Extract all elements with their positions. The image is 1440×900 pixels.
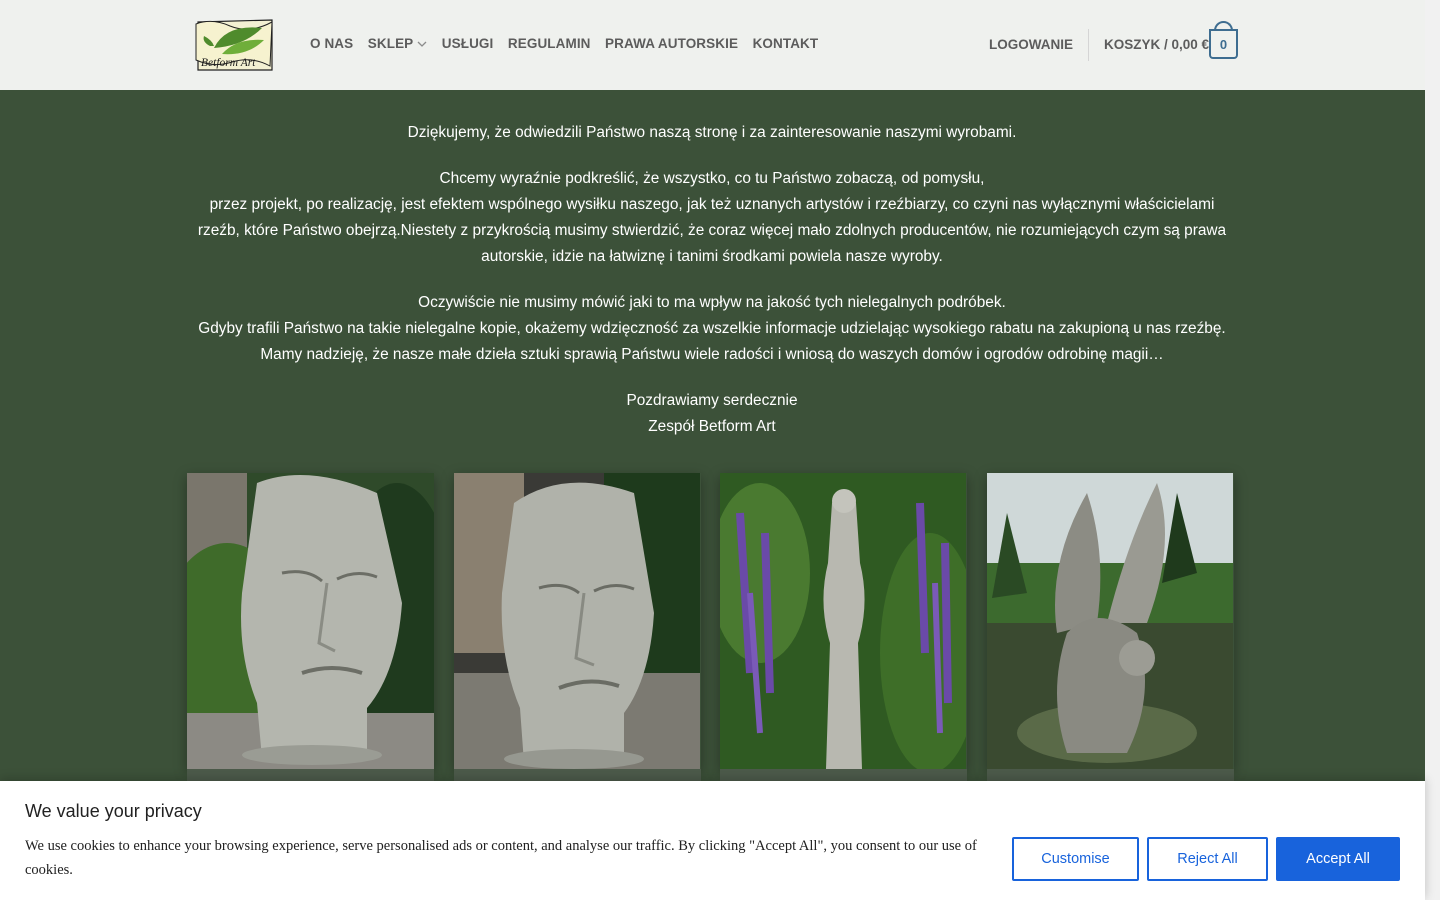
product-image-angel-sculpture[interactable]	[987, 473, 1234, 769]
nav-label: REGULAMIN	[507, 36, 591, 51]
site-logo[interactable]: Betform Art	[192, 16, 278, 74]
text-line: Gdyby trafili Państwo na takie nielegaln…	[198, 319, 1226, 337]
nav-divider	[1088, 28, 1089, 61]
copyright-notice: Dziękujemy, że odwiedzili Państwo naszą …	[187, 120, 1237, 460]
cart-count-badge[interactable]: 0	[1209, 29, 1238, 59]
chevron-down-icon	[417, 41, 427, 47]
reject-all-button[interactable]: Reject All	[1147, 837, 1268, 881]
nav-label: SKLEP	[367, 36, 414, 51]
paragraph-greeting: Pozdrawiamy serdecznie Zespół Betform Ar…	[187, 388, 1237, 440]
accept-all-button[interactable]: Accept All	[1276, 837, 1400, 881]
nav-item-uslugi[interactable]: USŁUGI	[442, 36, 494, 51]
product-image-woman-figure[interactable]	[720, 473, 967, 769]
login-link[interactable]: LOGOWANIE	[989, 37, 1073, 52]
customise-button[interactable]: Customise	[1012, 837, 1139, 881]
product-image-face-sculpture[interactable]	[454, 473, 701, 769]
nav-item-o-nas[interactable]: O NAS	[310, 36, 353, 51]
nav-label: PRAWA AUTORSKIE	[605, 36, 739, 51]
cookie-consent-banner: We value your privacy We use cookies to …	[0, 781, 1425, 900]
text-line: Chcemy wyraźnie podkreślić, że wszystko,…	[439, 170, 985, 188]
nav-item-prawa-autorskie[interactable]: PRAWA AUTORSKIE	[605, 36, 738, 51]
cookie-title: We value your privacy	[25, 801, 202, 821]
text-line: Oczywiście nie musimy mówić jaki to ma w…	[418, 293, 1006, 311]
nav-item-kontakt[interactable]: KONTAKT	[753, 36, 819, 51]
product-gallery	[187, 473, 1234, 789]
text-line: Pozdrawiamy serdecznie	[626, 391, 798, 409]
page-scrollbar[interactable]	[1425, 0, 1440, 900]
account-nav: LOGOWANIE KOSZYK / 0,00 €	[989, 28, 1209, 61]
logo-text: Betform Art	[201, 57, 256, 69]
nav-item-sklep[interactable]: SKLEP	[368, 36, 428, 51]
nav-label: USŁUGI	[441, 36, 494, 51]
paragraph-thanks: Dziękujemy, że odwiedzili Państwo naszą …	[407, 124, 1017, 141]
text-line: Mamy nadzieję, że nasze małe dzieła sztu…	[260, 345, 1164, 363]
nav-label: KONTAKT	[752, 36, 819, 51]
text-line: Zespół Betform Art	[648, 417, 776, 435]
text-line: przez projekt, po realizację, jest efekt…	[197, 196, 1227, 265]
cart-link[interactable]: KOSZYK / 0,00 €	[1104, 37, 1209, 52]
paragraph-ownership: Chcemy wyraźnie podkreślić, że wszystko,…	[187, 166, 1237, 269]
product-image-face-sculpture[interactable]	[187, 473, 434, 769]
nav-label: O NAS	[310, 36, 354, 51]
nav-item-regulamin[interactable]: REGULAMIN	[508, 36, 591, 51]
cookie-description: We use cookies to enhance your browsing …	[25, 838, 977, 878]
paragraph-counterfeits: Oczywiście nie musimy mówić jaki to ma w…	[187, 290, 1237, 367]
main-nav: O NAS SKLEP USŁUGI REGULAMIN PRAWA AUTOR…	[310, 36, 833, 51]
site-header: Betform Art O NAS SKLEP USŁUGI REGULAMIN…	[0, 0, 1425, 90]
